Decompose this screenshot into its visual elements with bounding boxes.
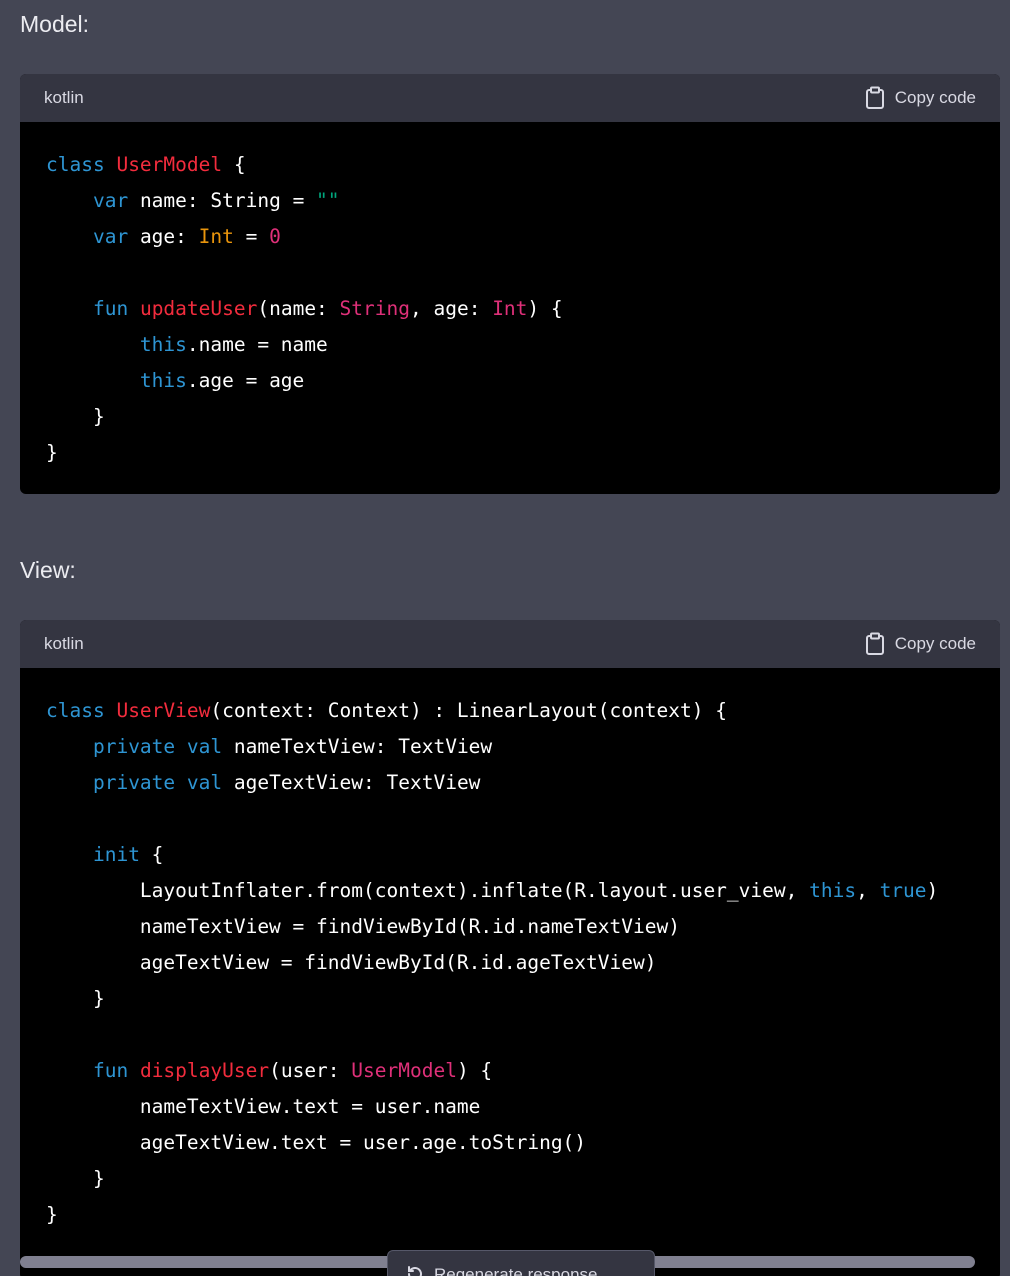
code-line: this.name = name [139,333,328,356]
copy-code-label: Copy code [894,634,976,653]
refresh-icon [406,1265,424,1276]
language-label: kotlin [44,88,84,107]
code-line: init { [92,843,164,866]
code-content: class UserView(context: Context) : Linea… [20,668,1000,1233]
code-line: class UserView(context: Context) : Linea… [46,699,727,722]
regenerate-label: Regenerate response [434,1265,598,1276]
clipboard-icon [865,632,885,656]
clipboard-icon [865,86,885,110]
code-header: kotlin Copy code [20,620,1000,668]
chat-message: Model: kotlin Copy code class UserModel … [0,0,1010,1276]
copy-code-button[interactable]: Copy code [865,632,976,656]
copy-code-button[interactable]: Copy code [865,86,976,110]
code-line: LayoutInflater.from(context).inflate(R.l… [46,879,939,902]
code-line: } [46,987,105,1010]
code-line: this.age = age [139,369,305,392]
code-line: fun displayUser(user: UserModel) { [92,1059,493,1082]
regenerate-response-button[interactable]: Regenerate response [387,1250,655,1276]
code-line: nameTextView = findViewById(R.id.nameTex… [46,915,680,938]
view-section-label: View: [20,557,76,583]
view-code-block: kotlin Copy code class UserView(context:… [20,620,1000,1276]
code-line: private val nameTextView: TextView [92,735,493,758]
code-line: fun updateUser(name: String, age: Int) { [92,297,563,320]
copy-code-label: Copy code [894,88,976,107]
code-line: nameTextView.text = user.name [46,1095,481,1118]
code-line: } [46,1167,105,1190]
code-line: ageTextView = findViewById(R.id.ageTextV… [46,951,657,974]
code-header: kotlin Copy code [20,74,1000,122]
code-line: } [46,405,105,428]
code-line: private val ageTextView: TextView [92,771,481,794]
code-line: } [46,441,58,464]
code-line: } [46,1203,58,1226]
model-code-block: kotlin Copy code class UserModel { var n… [20,74,1000,494]
code-line: var name: String = "" [92,189,340,212]
code-line: ageTextView.text = user.age.toString() [46,1131,587,1154]
code-content: class UserModel { var name: String = "" … [20,122,1000,471]
code-line: class UserModel { [46,153,246,176]
language-label: kotlin [44,634,84,653]
code-line: var age: Int = 0 [92,225,281,248]
model-section-label: Model: [20,11,90,37]
